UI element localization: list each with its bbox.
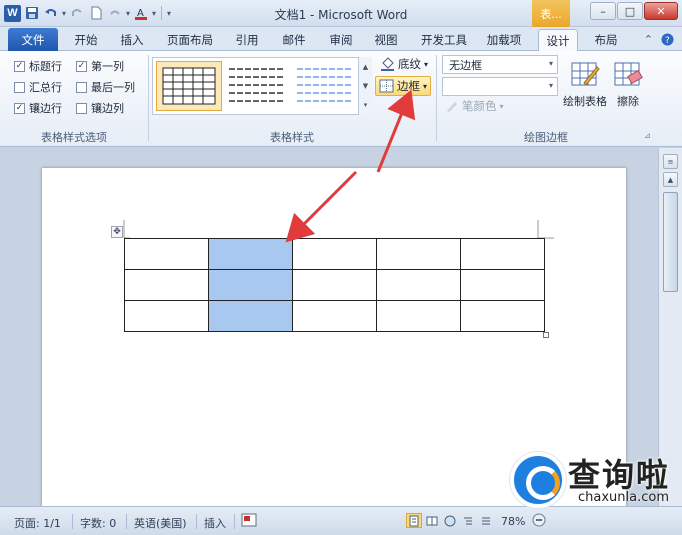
table-cell[interactable] <box>292 238 377 270</box>
table-resize-handle[interactable] <box>543 332 549 338</box>
table-cell[interactable] <box>460 300 545 332</box>
macro-record-icon[interactable] <box>241 513 257 530</box>
table-cell[interactable] <box>376 300 461 332</box>
table-cell-selected[interactable] <box>208 300 293 332</box>
table-cell[interactable] <box>376 269 461 301</box>
table-cell[interactable] <box>376 238 461 270</box>
draft-view-icon[interactable] <box>478 513 494 528</box>
page-count[interactable]: 页面: 1/1 <box>14 515 61 531</box>
status-separator <box>126 514 127 529</box>
table-cell-selected[interactable] <box>208 238 293 270</box>
table-cell[interactable] <box>124 300 209 332</box>
status-separator <box>72 514 73 529</box>
web-layout-icon[interactable] <box>442 513 458 528</box>
table-cell[interactable] <box>124 238 209 270</box>
zoom-level[interactable]: 78% <box>501 515 525 528</box>
status-separator <box>234 514 235 529</box>
table-move-handle-icon[interactable]: ✥ <box>111 226 123 238</box>
zoom-out-icon[interactable] <box>532 513 546 530</box>
ruler-toggle-icon[interactable]: ≡ <box>663 154 678 169</box>
table-row <box>124 269 545 301</box>
table-cell-selected[interactable] <box>208 269 293 301</box>
scroll-up-icon[interactable]: ▲ <box>663 172 678 187</box>
watermark-domain-text: chaxunla.com <box>578 490 669 505</box>
document-table[interactable] <box>124 238 545 332</box>
scroll-thumb[interactable] <box>663 192 678 292</box>
table-cell[interactable] <box>292 269 377 301</box>
outline-view-icon[interactable] <box>460 513 476 528</box>
table-cell[interactable] <box>124 269 209 301</box>
table-row <box>124 300 545 332</box>
table-cell[interactable] <box>292 300 377 332</box>
print-layout-view-icon[interactable] <box>406 513 422 528</box>
table-row <box>124 238 545 270</box>
language-indicator[interactable]: 英语(美国) <box>134 515 187 531</box>
full-screen-reading-icon[interactable] <box>424 513 440 528</box>
watermark-logo-icon <box>510 452 566 508</box>
insert-mode[interactable]: 插入 <box>204 515 226 531</box>
table-cell[interactable] <box>460 238 545 270</box>
status-separator <box>196 514 197 529</box>
watermark: 查询啦 chaxunla.com <box>506 446 682 512</box>
table-cell[interactable] <box>460 269 545 301</box>
word-count[interactable]: 字数: 0 <box>80 515 116 531</box>
